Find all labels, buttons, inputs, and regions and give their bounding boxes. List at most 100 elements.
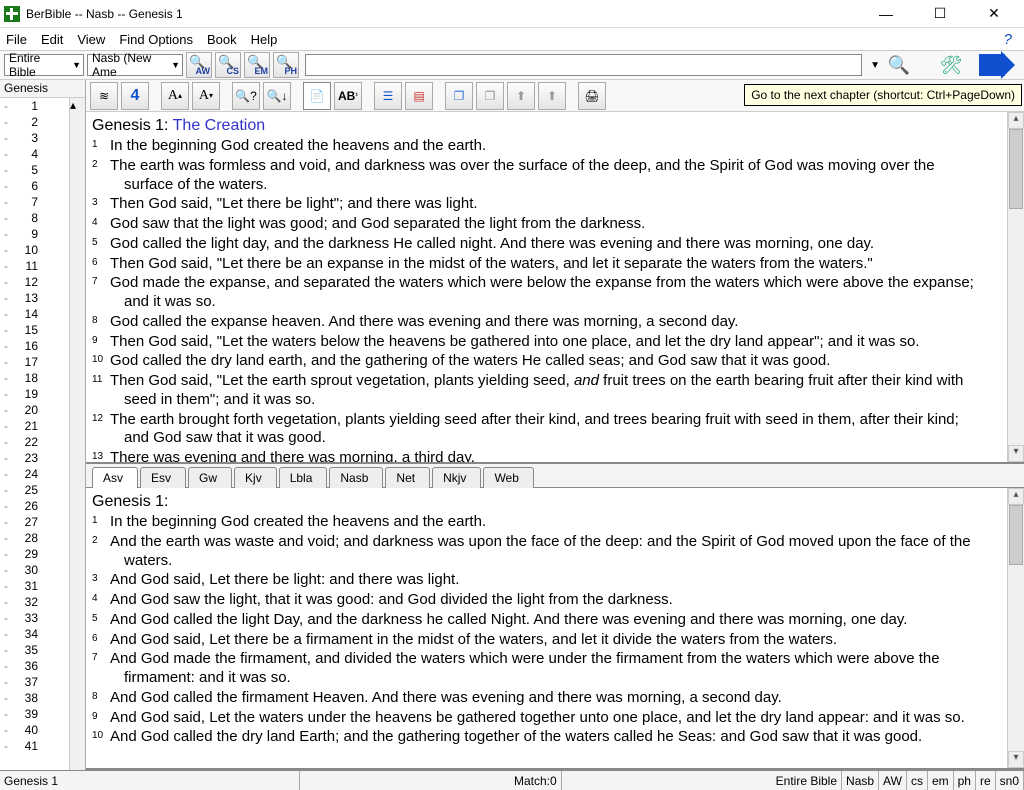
tab-nkjv[interactable]: Nkjv: [432, 467, 481, 488]
chapter-item[interactable]: -15: [0, 322, 69, 338]
page-red-button[interactable]: ▤: [405, 82, 433, 110]
nav-back-button[interactable]: ⬆: [507, 82, 535, 110]
search-icon[interactable]: 🔍: [885, 51, 913, 79]
tab-lbla[interactable]: Lbla: [279, 467, 328, 488]
tab-asv[interactable]: Asv: [92, 467, 138, 488]
chapter-item[interactable]: -18: [0, 370, 69, 386]
tab-kjv[interactable]: Kjv: [234, 467, 277, 488]
four-view-button[interactable]: 4: [121, 82, 149, 110]
chapter-item[interactable]: -32: [0, 594, 69, 610]
chapter-item[interactable]: -10: [0, 242, 69, 258]
chapter-item[interactable]: -29: [0, 546, 69, 562]
chapter-item[interactable]: -17: [0, 354, 69, 370]
chapter-list[interactable]: -1-2-3-4-5-6-7-8-9-10-11-12-13-14-15-16-…: [0, 98, 69, 770]
status-cell: em: [928, 771, 954, 790]
nav-fwd-button[interactable]: ⬆: [538, 82, 566, 110]
tab-esv[interactable]: Esv: [140, 467, 186, 488]
help-icon[interactable]: ?: [1004, 31, 1018, 48]
menu-book[interactable]: Book: [207, 32, 237, 47]
chapter-item[interactable]: -13: [0, 290, 69, 306]
tab-nasb[interactable]: Nasb: [329, 467, 383, 488]
notes-button[interactable]: 📄: [303, 82, 331, 110]
scope-combo[interactable]: Entire Bible▼: [4, 54, 84, 76]
list-button[interactable]: ☰: [374, 82, 402, 110]
chapter-item[interactable]: -16: [0, 338, 69, 354]
chapter-item[interactable]: -40: [0, 722, 69, 738]
chapter-item[interactable]: -41: [0, 738, 69, 754]
chapter-item[interactable]: -11: [0, 258, 69, 274]
window-title: BerBible -- Nasb -- Genesis 1: [26, 7, 183, 21]
highlight-button[interactable]: AB¹: [334, 82, 362, 110]
version-combo[interactable]: Nasb (New Ame▼: [87, 54, 183, 76]
main-toolbar: Entire Bible▼ Nasb (New Ame▼ 🔍AW 🔍CS 🔍EM…: [0, 50, 1024, 80]
chapter-item[interactable]: -8: [0, 210, 69, 226]
chapter-item[interactable]: -26: [0, 498, 69, 514]
upper-scrollbar[interactable]: ▴ ▾: [1007, 112, 1024, 462]
maximize-button[interactable]: ☐: [922, 4, 958, 24]
find-button[interactable]: 🔍?: [232, 82, 260, 110]
chapter-item[interactable]: -30: [0, 562, 69, 578]
next-chapter-button[interactable]: [979, 54, 1005, 76]
chapter-item[interactable]: -27: [0, 514, 69, 530]
menu-file[interactable]: File: [6, 32, 27, 47]
print-button[interactable]: 🖨: [578, 82, 606, 110]
search-em-button[interactable]: 🔍EM: [244, 52, 270, 78]
chapter-item[interactable]: -39: [0, 706, 69, 722]
chapter-item[interactable]: -25: [0, 482, 69, 498]
lower-text-pane[interactable]: Genesis 1:1In the beginning God created …: [86, 488, 1007, 768]
search-dropdown-icon[interactable]: ▼: [870, 60, 880, 71]
chapter-item[interactable]: -36: [0, 658, 69, 674]
chapter-item[interactable]: -14: [0, 306, 69, 322]
chapter-item[interactable]: -23: [0, 450, 69, 466]
next-chapter-tooltip: Go to the next chapter (shortcut: Ctrl+P…: [744, 84, 1022, 106]
chapter-item[interactable]: -31: [0, 578, 69, 594]
chapter-item[interactable]: -12: [0, 274, 69, 290]
app-icon: [4, 6, 20, 22]
chapter-item[interactable]: -7: [0, 194, 69, 210]
chapter-item[interactable]: -38: [0, 690, 69, 706]
chapter-item[interactable]: -9: [0, 226, 69, 242]
search-aw-button[interactable]: 🔍AW: [186, 52, 212, 78]
search-cs-button[interactable]: 🔍CS: [215, 52, 241, 78]
menubar: File Edit View Find Options Book Help ?: [0, 28, 1024, 50]
tools-icon[interactable]: 🛠: [937, 51, 965, 79]
menu-edit[interactable]: Edit: [41, 32, 63, 47]
search-ph-button[interactable]: 🔍PH: [273, 52, 299, 78]
find-next-button[interactable]: 🔍↓: [263, 82, 291, 110]
sidebar-scrollbar[interactable]: ▴: [69, 98, 85, 770]
chapter-item[interactable]: -20: [0, 402, 69, 418]
status-cell: sn0: [996, 771, 1024, 790]
chapter-item[interactable]: -24: [0, 466, 69, 482]
chapter-item[interactable]: -34: [0, 626, 69, 642]
menu-find-options[interactable]: Find Options: [119, 32, 193, 47]
upper-text-pane[interactable]: Genesis 1: The Creation1In the beginning…: [86, 112, 1007, 462]
chapter-item[interactable]: -35: [0, 642, 69, 658]
chapter-item[interactable]: -21: [0, 418, 69, 434]
lower-scrollbar[interactable]: ▴ ▾: [1007, 488, 1024, 768]
chapter-item[interactable]: -28: [0, 530, 69, 546]
chapter-item[interactable]: -22: [0, 434, 69, 450]
status-cell: AW: [879, 771, 907, 790]
chapter-item[interactable]: -19: [0, 386, 69, 402]
menu-help[interactable]: Help: [251, 32, 278, 47]
tab-net[interactable]: Net: [385, 467, 430, 488]
copy-button[interactable]: ❐: [445, 82, 473, 110]
close-button[interactable]: ✕: [976, 4, 1012, 24]
parallel-view-button[interactable]: ≋: [90, 82, 118, 110]
chapter-item[interactable]: -1: [0, 98, 69, 114]
chapter-item[interactable]: -3: [0, 130, 69, 146]
chapter-item[interactable]: -33: [0, 610, 69, 626]
chapter-item[interactable]: -4: [0, 146, 69, 162]
tab-web[interactable]: Web: [483, 467, 533, 488]
search-input[interactable]: [305, 54, 862, 76]
chapter-item[interactable]: -37: [0, 674, 69, 690]
font-increase-button[interactable]: A▴: [161, 82, 189, 110]
copy-multi-button[interactable]: ❐: [476, 82, 504, 110]
minimize-button[interactable]: —: [868, 4, 904, 24]
chapter-item[interactable]: -6: [0, 178, 69, 194]
tab-gw[interactable]: Gw: [188, 467, 232, 488]
font-decrease-button[interactable]: A▾: [192, 82, 220, 110]
menu-view[interactable]: View: [77, 32, 105, 47]
chapter-item[interactable]: -5: [0, 162, 69, 178]
chapter-item[interactable]: -2: [0, 114, 69, 130]
